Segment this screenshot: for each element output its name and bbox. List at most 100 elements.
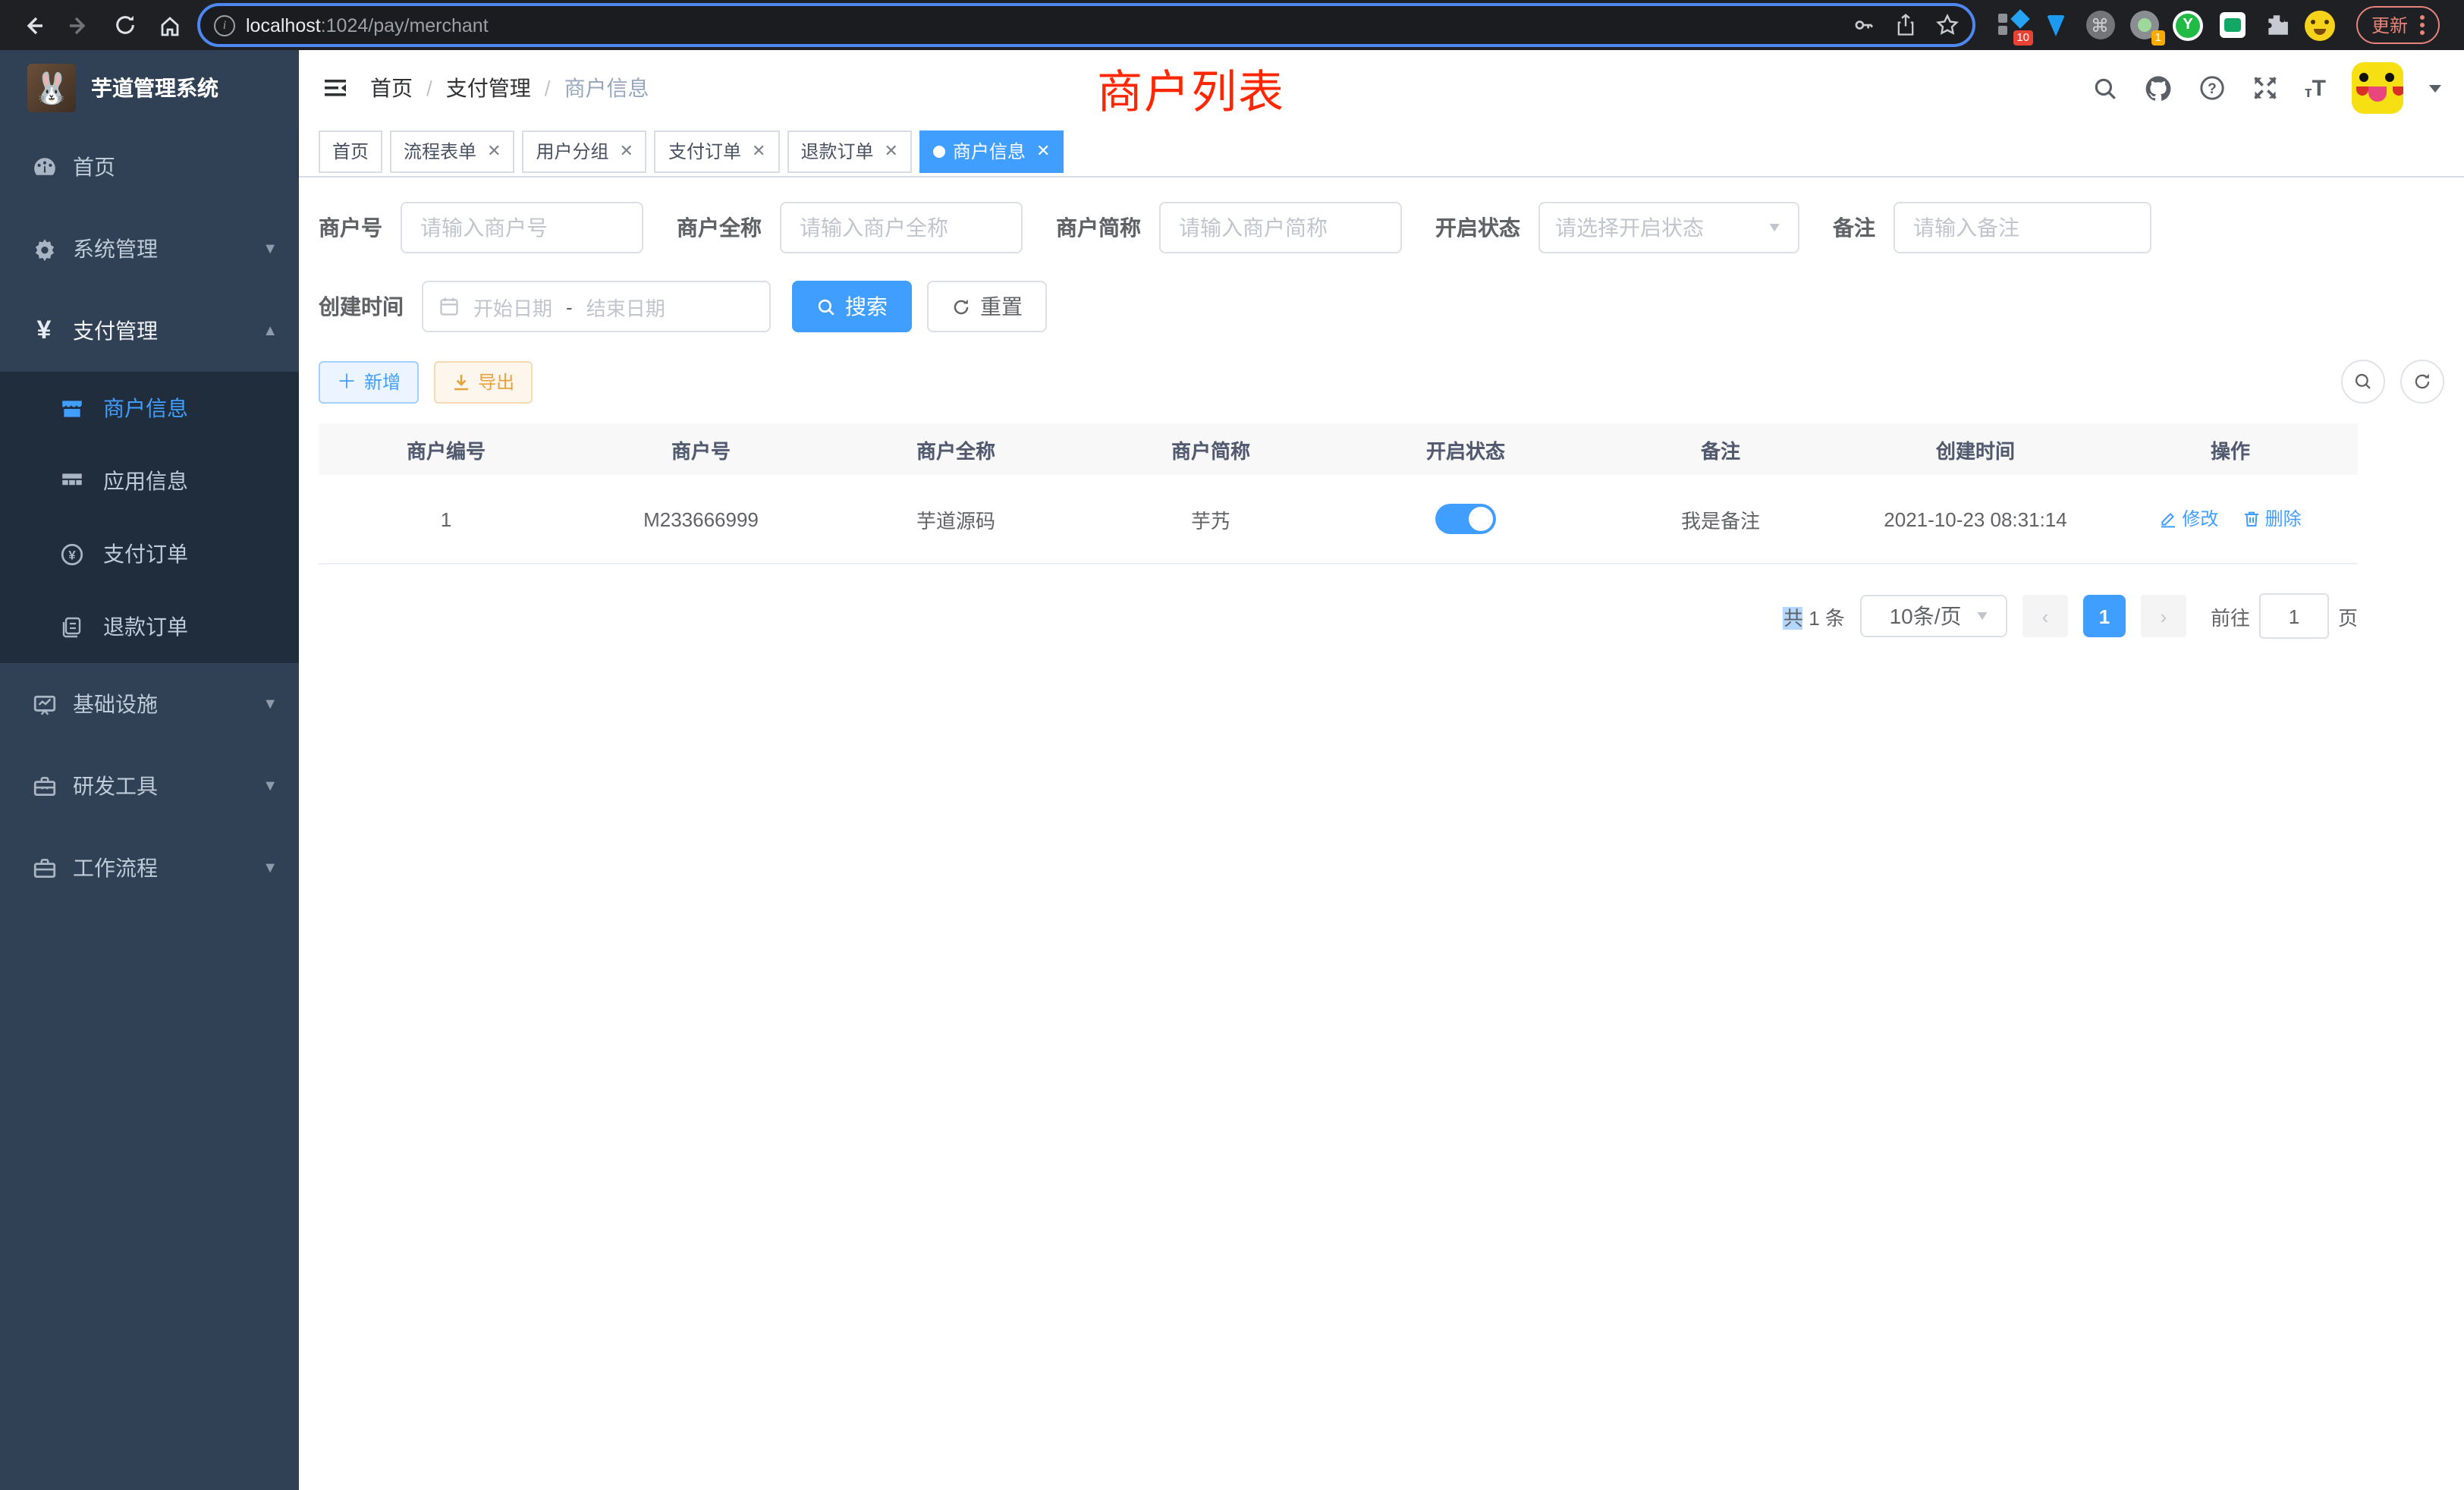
tag-merchant-info[interactable]: 商户信息✕ xyxy=(919,130,1064,172)
extension-kite-icon[interactable] xyxy=(2041,10,2071,40)
page-number-1[interactable]: 1 xyxy=(2083,595,2126,637)
tag-home[interactable]: 首页 xyxy=(319,130,382,172)
tags-view-bar: 首页 流程表单✕ 用户分组✕ 支付订单✕ 退款订单✕ 商户信息✕ xyxy=(299,126,2464,178)
sidebar-item-label: 应用信息 xyxy=(103,466,188,496)
sidebar-item-label: 退款订单 xyxy=(103,611,188,642)
header-search-icon[interactable] xyxy=(2092,75,2118,101)
full-name-input[interactable] xyxy=(780,202,1023,253)
close-icon[interactable]: ✕ xyxy=(752,141,765,161)
bookmark-star-icon[interactable] xyxy=(1936,14,1959,36)
sidebar-item-workflow[interactable]: 工作流程 ▼ xyxy=(0,827,299,909)
close-icon[interactable]: ✕ xyxy=(487,141,501,161)
sidebar-item-system[interactable]: 系统管理 ▼ xyxy=(0,208,299,290)
extension-command-icon[interactable]: ⌘ xyxy=(2085,10,2115,40)
home-icon[interactable] xyxy=(152,7,188,43)
sidebar-item-pay[interactable]: ¥ 支付管理 ▲ xyxy=(0,290,299,372)
gear-icon xyxy=(30,236,58,262)
cell-merchant-id: 1 xyxy=(319,475,574,564)
fullscreen-icon[interactable] xyxy=(2252,74,2279,102)
extension-y-icon[interactable]: Y xyxy=(2173,10,2203,40)
dashboard-icon xyxy=(30,154,58,180)
short-name-input[interactable] xyxy=(1159,202,1402,253)
reload-icon[interactable] xyxy=(106,7,143,43)
reset-button[interactable]: 重置 xyxy=(927,281,1047,332)
end-date-placeholder: 结束日期 xyxy=(586,292,665,321)
page-size-select[interactable]: 10条/页 ▼ xyxy=(1860,595,2007,637)
field-remark: 备注 xyxy=(1833,202,2151,253)
chevron-down-icon: ▼ xyxy=(1766,220,1783,234)
goto-page-input[interactable] xyxy=(2259,593,2329,639)
help-icon[interactable]: ? xyxy=(2198,74,2226,102)
extension-chat-icon[interactable] xyxy=(2217,10,2247,40)
extension-badge: 10 xyxy=(2013,30,2033,45)
browser-update-button[interactable]: 更新 xyxy=(2356,6,2440,44)
field-create-time: 创建时间 开始日期 - 结束日期 xyxy=(319,281,771,332)
chevron-down-icon: ▼ xyxy=(1974,608,1991,623)
sidebar-fold-icon[interactable] xyxy=(322,74,349,102)
url-bar[interactable]: i localhost:1024/pay/merchant xyxy=(197,3,1975,47)
edit-button[interactable]: 修改 xyxy=(2159,506,2218,532)
yen-icon: ¥ xyxy=(30,316,58,346)
tag-refund-order[interactable]: 退款订单✕ xyxy=(787,130,911,172)
close-icon[interactable]: ✕ xyxy=(1036,141,1050,161)
breadcrumb-home[interactable]: 首页 xyxy=(370,73,413,103)
sidebar-item-label: 系统管理 xyxy=(73,234,158,264)
breadcrumb-pay[interactable]: 支付管理 xyxy=(446,73,531,103)
status-toggle[interactable] xyxy=(1435,504,1496,534)
tag-pay-order[interactable]: 支付订单✕ xyxy=(655,130,779,172)
merchant-no-input[interactable] xyxy=(401,202,643,253)
cell-remark: 我是备注 xyxy=(1593,475,1848,564)
cell-short-name: 芋艿 xyxy=(1083,475,1338,564)
extension-grid-icon[interactable]: 10 xyxy=(1997,10,2027,40)
briefcase-icon xyxy=(30,855,58,881)
extensions-puzzle-icon[interactable] xyxy=(2261,10,2291,40)
field-full-name: 商户全称 xyxy=(677,202,1023,253)
close-icon[interactable]: ✕ xyxy=(620,141,633,161)
export-button[interactable]: 导出 xyxy=(434,360,533,403)
password-key-icon[interactable] xyxy=(1853,14,1875,36)
share-icon[interactable] xyxy=(1895,14,1916,36)
sidebar-item-app-info[interactable]: 应用信息 xyxy=(0,445,299,517)
add-button[interactable]: ＋ 新增 xyxy=(319,360,419,403)
status-select[interactable]: 请选择开启状态 ▼ xyxy=(1538,202,1799,253)
user-avatar[interactable] xyxy=(2352,62,2403,114)
cell-full-name: 芋道源码 xyxy=(828,475,1083,564)
field-merchant-no: 商户号 xyxy=(319,202,643,253)
back-icon[interactable] xyxy=(15,7,52,43)
sidebar-item-merchant-info[interactable]: 商户信息 xyxy=(0,372,299,445)
font-size-icon[interactable]: тT xyxy=(2305,75,2326,101)
sidebar-item-refund-order[interactable]: 退款订单 xyxy=(0,590,299,663)
sidebar-item-infrastructure[interactable]: 基础设施 ▼ xyxy=(0,663,299,745)
delete-button[interactable]: 删除 xyxy=(2242,506,2302,532)
tag-process-form[interactable]: 流程表单✕ xyxy=(390,130,514,172)
prev-page-button[interactable]: ‹ xyxy=(2022,595,2068,637)
refresh-table-button[interactable] xyxy=(2400,360,2444,404)
avatar-caret-icon[interactable] xyxy=(2429,84,2441,92)
forward-icon[interactable] xyxy=(61,7,97,43)
tag-user-group[interactable]: 用户分组✕ xyxy=(523,130,647,172)
monitor-chart-icon xyxy=(30,691,58,717)
remark-input[interactable] xyxy=(1894,202,2151,253)
document-icon xyxy=(58,615,85,639)
toggle-search-button[interactable] xyxy=(2341,360,2385,404)
close-icon[interactable]: ✕ xyxy=(884,141,897,161)
sidebar-item-dev-tools[interactable]: 研发工具 ▼ xyxy=(0,745,299,827)
chevron-down-icon: ▼ xyxy=(262,240,278,257)
extension-status-icon[interactable]: 1 xyxy=(2129,10,2159,40)
date-range-picker[interactable]: 开始日期 - 结束日期 xyxy=(422,281,771,332)
url-text[interactable]: localhost:1024/pay/merchant xyxy=(246,14,489,36)
sidebar-item-home[interactable]: 首页 xyxy=(0,126,299,208)
next-page-button[interactable]: › xyxy=(2141,595,2186,637)
screen: i localhost:1024/pay/merchant 10 ⌘ 1 Y xyxy=(0,0,2464,1490)
search-button[interactable]: 搜索 xyxy=(792,281,912,332)
calendar-icon xyxy=(438,296,460,317)
sidebar-item-pay-order[interactable]: ¥ 支付订单 xyxy=(0,517,299,590)
browser-profile-avatar[interactable] xyxy=(2305,10,2335,40)
sidebar-item-label: 工作流程 xyxy=(73,853,158,883)
github-icon[interactable] xyxy=(2144,74,2173,102)
app-logo[interactable]: 🐰 芋道管理系统 xyxy=(0,50,299,126)
col-merchant-id: 商户编号 xyxy=(319,423,574,475)
page-info-icon[interactable]: i xyxy=(214,14,235,36)
browser-menu-icon[interactable] xyxy=(2420,15,2425,35)
field-status: 开启状态 请选择开启状态 ▼ xyxy=(1435,202,1799,253)
